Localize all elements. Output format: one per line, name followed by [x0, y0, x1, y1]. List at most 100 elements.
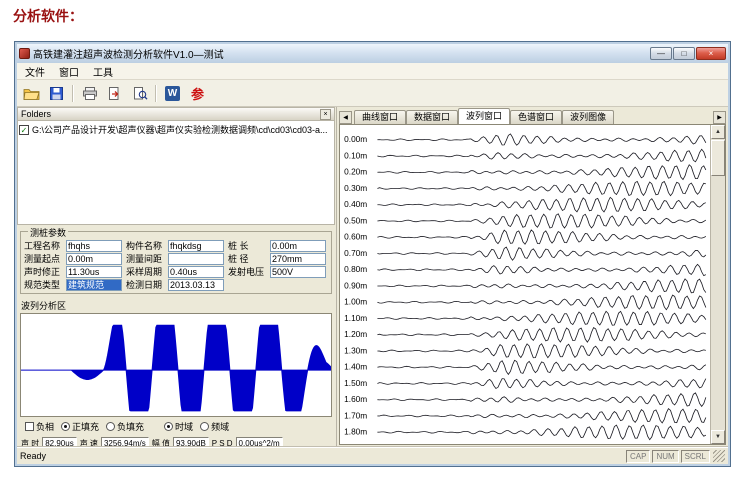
depth-label: 1.70m: [344, 412, 367, 421]
save-button[interactable]: [45, 82, 68, 104]
param-label: 构件名称: [126, 239, 168, 252]
window-controls: — □ ×: [650, 47, 726, 60]
param-value[interactable]: 建筑规范: [66, 279, 122, 291]
preview-button[interactable]: [128, 82, 151, 104]
printer-icon: [82, 86, 98, 101]
amplitude-value: 93.90dB: [173, 437, 209, 447]
parameters-icon: 参: [191, 84, 204, 103]
frequency-domain-radio[interactable]: 频域: [200, 420, 229, 433]
menu-tools[interactable]: 工具: [86, 63, 120, 80]
scroll-up-button[interactable]: ▲: [711, 125, 725, 139]
menu-window[interactable]: 窗口: [52, 63, 86, 80]
pile-params-grid: 工程名称fhqhs构件名称fhqkdsg桩 长0.00m测量起点0.00m测量间…: [24, 239, 328, 291]
wave-trace-4: [377, 197, 705, 212]
param-label: 测量起点: [24, 252, 66, 265]
wave-trace-14: [377, 360, 705, 374]
tab-scroll-left-button[interactable]: ◀: [339, 111, 352, 124]
print-button[interactable]: [78, 82, 101, 104]
wave-analysis-title: 波列分析区: [21, 299, 331, 312]
wave-trace-9: [377, 279, 705, 293]
tree-item-checkbox[interactable]: ✓: [19, 125, 29, 135]
parameters-button[interactable]: 参: [186, 82, 209, 104]
depth-label: 0.40m: [344, 200, 367, 209]
param-value[interactable]: 0.00m: [66, 253, 122, 265]
param-value[interactable]: 270mm: [270, 253, 326, 265]
param-value[interactable]: 11.30us: [66, 266, 122, 278]
depth-label: 0.90m: [344, 282, 367, 291]
tab-waveimage[interactable]: 波列图像: [562, 110, 614, 124]
wave-train-plot[interactable]: 0.00m0.10m0.20m0.30m0.40m0.50m0.60m0.70m…: [340, 125, 710, 444]
pile-params-group: 测桩参数 工程名称fhqhs构件名称fhqkdsg桩 长0.00m测量起点0.0…: [20, 231, 332, 294]
positive-fill-radio-indicator: [61, 422, 70, 431]
negative-fill-radio-indicator: [106, 422, 115, 431]
wave-trace-12: [377, 328, 705, 342]
titlebar[interactable]: 高铁建灌注超声波检测分析软件V1.0—测试 — □ ×: [17, 44, 728, 63]
param-row: 声时修正11.30us采样周期0.40us发射电压500V: [24, 265, 328, 278]
tree-item[interactable]: ✓ G:\公司产品设计开发\超声仪器\超声仪实验检测数据调频\cd\cd03\c…: [19, 123, 333, 136]
time-domain-radio-indicator: [164, 422, 173, 431]
menu-file[interactable]: 文件: [18, 63, 52, 80]
sound-time-label: 声 时: [21, 438, 39, 447]
open-file-button[interactable]: [20, 82, 43, 104]
page-heading: 分析软件：: [13, 6, 83, 26]
tab-scroll-right-button[interactable]: ▶: [713, 111, 726, 124]
display-controls: 负相正填充 负填充 时域 频域: [17, 417, 335, 434]
menubar: 文件 窗口 工具: [17, 63, 728, 80]
param-value[interactable]: fhqkdsg: [168, 240, 224, 252]
lock-scrl: SCRL: [681, 450, 710, 463]
depth-label: 1.40m: [344, 363, 367, 372]
negative-phase-checkbox-indicator: [25, 422, 34, 431]
negative-phase-checkbox[interactable]: 负相: [25, 420, 54, 433]
export-button[interactable]: [103, 82, 126, 104]
param-value[interactable]: 0.40us: [168, 266, 224, 278]
scrollbar-thumb[interactable]: [711, 140, 725, 176]
depth-label: 1.00m: [344, 298, 367, 307]
tab-wavetrain[interactable]: 波列窗口: [458, 108, 510, 124]
scrollbar-track[interactable]: [711, 177, 725, 430]
tab-spectrum[interactable]: 色谱窗口: [510, 110, 562, 124]
negative-phase-checkbox-label: 负相: [36, 420, 54, 433]
param-value[interactable]: [168, 253, 224, 265]
scroll-down-button[interactable]: ▼: [711, 430, 725, 444]
negative-fill-radio[interactable]: 负填充: [106, 420, 144, 433]
wave-trace-0: [377, 134, 705, 145]
depth-label: 0.00m: [344, 135, 367, 144]
lock-indicators: CAPNUMSCRL: [626, 450, 710, 463]
param-value[interactable]: 2013.03.13: [168, 279, 224, 291]
positive-fill-radio[interactable]: 正填充: [61, 420, 99, 433]
frequency-domain-radio-label: 频域: [211, 420, 229, 433]
param-label: 采样周期: [126, 265, 168, 278]
depth-label: 0.70m: [344, 249, 367, 258]
param-value[interactable]: 500V: [270, 266, 326, 278]
param-value[interactable]: 0.00m: [270, 240, 326, 252]
folders-close-button[interactable]: ×: [320, 109, 331, 120]
wave-trace-13: [377, 344, 705, 358]
tab-list: 曲线窗口数据窗口波列窗口色谱窗口波列图像: [354, 108, 614, 124]
export-page-icon: [107, 86, 122, 101]
wave-trace-16: [377, 393, 705, 406]
folders-title: Folders: [21, 109, 51, 119]
wave-trace-17: [377, 409, 705, 423]
analysis-waveform: [21, 325, 331, 411]
minimize-button[interactable]: —: [650, 47, 672, 60]
toolbar: W 参: [17, 80, 728, 107]
param-value[interactable]: fhqhs: [66, 240, 122, 252]
waveform-analysis-area[interactable]: [20, 313, 332, 417]
vertical-scrollbar[interactable]: ▲ ▼: [710, 125, 725, 444]
resize-grip[interactable]: [713, 450, 725, 462]
negative-fill-radio-label: 负填充: [117, 420, 144, 433]
tab-curve[interactable]: 曲线窗口: [354, 110, 406, 124]
save-icon: [49, 86, 64, 101]
folder-tree[interactable]: ✓ G:\公司产品设计开发\超声仪器\超声仪实验检测数据调频\cd\cd03\c…: [17, 121, 335, 225]
open-folder-icon: [23, 86, 40, 101]
wave-trace-6: [377, 230, 705, 244]
word-report-button[interactable]: W: [161, 82, 184, 104]
folders-header: Folders ×: [17, 107, 335, 121]
tab-data[interactable]: 数据窗口: [406, 110, 458, 124]
maximize-button[interactable]: □: [673, 47, 695, 60]
time-domain-radio[interactable]: 时域: [164, 420, 193, 433]
close-button[interactable]: ×: [696, 47, 726, 60]
sound-velocity-value: 3256.94m/s: [101, 437, 149, 447]
left-panel: Folders × ✓ G:\公司产品设计开发\超声仪器\超声仪实验检测数据调频…: [17, 107, 337, 447]
amplitude-label: 幅 值: [152, 438, 170, 447]
